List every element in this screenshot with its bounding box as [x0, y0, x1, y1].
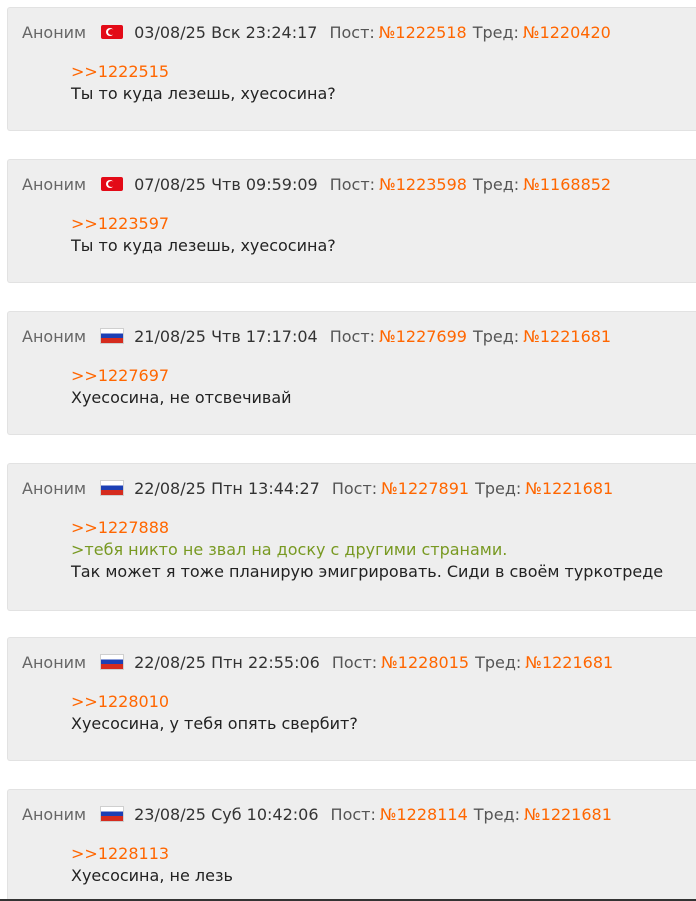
post-header: Аноним 22/08/25 Птн 22:55:06 Пост: №1228… — [22, 651, 613, 673]
thread-label: Тред: — [472, 174, 520, 194]
post: Аноним 22/08/25 Птн 13:44:27 Пост: №1227… — [7, 463, 696, 611]
thread-number-link[interactable]: №1168852 — [523, 175, 611, 194]
post-date: 22/08/25 Птн 22:55:06 — [134, 652, 320, 672]
post-author: Аноним — [22, 652, 87, 672]
thread-number-link[interactable]: №1221681 — [525, 479, 613, 498]
reply-link[interactable]: >>1227888 — [71, 517, 663, 539]
post-label: Пост: — [329, 22, 375, 42]
post-date: 23/08/25 Суб 10:42:06 — [134, 804, 319, 824]
thread-label: Тред: — [475, 652, 522, 672]
russia-flag-icon — [100, 806, 125, 822]
turkey-flag-icon — [101, 177, 124, 191]
post-text: Хуесосина, у тебя опять свербит? — [71, 714, 358, 733]
russia-flag-icon — [100, 480, 125, 496]
reply-link[interactable]: >>1227697 — [71, 365, 292, 387]
post-header: Аноним 22/08/25 Птн 13:44:27 Пост: №1227… — [22, 477, 613, 499]
post-header: Аноним 07/08/25 Чтв 09:59:09 Пост: №1223… — [22, 173, 611, 195]
turkey-flag-icon — [101, 25, 124, 39]
post-header: Аноним 21/08/25 Чтв 17:17:04 Пост: №1227… — [22, 325, 611, 347]
post-number-link[interactable]: №1222518 — [379, 23, 467, 42]
reply-link[interactable]: >>1228113 — [71, 843, 233, 865]
post-label: Пост: — [329, 326, 376, 346]
post-date: 07/08/25 Чтв 09:59:09 — [134, 174, 318, 194]
post-body: >>1227697 Хуесосина, не отсвечивай — [71, 365, 292, 409]
post-date: 22/08/25 Птн 13:44:27 — [134, 478, 320, 498]
post-label: Пост: — [331, 652, 378, 672]
thread-number-link[interactable]: №1221681 — [523, 327, 611, 346]
post-header: Аноним 03/08/25 Вск 23:24:17 Пост: №1222… — [22, 21, 611, 43]
thread-number-link[interactable]: №1221681 — [524, 805, 612, 824]
post-number-link[interactable]: №1227699 — [379, 327, 467, 346]
post-body: >>1227888 >тебя никто не звал на доску с… — [71, 517, 663, 583]
post-text: Хуесосина, не лезь — [71, 866, 233, 885]
post-label: Пост: — [331, 478, 378, 498]
post-body: >>1222515 Ты то куда лезешь, хуесосина? — [71, 61, 336, 105]
post: Аноним 23/08/25 Суб 10:42:06 Пост: №1228… — [7, 789, 696, 901]
post-author: Аноним — [22, 174, 87, 194]
post-text: Ты то куда лезешь, хуесосина? — [71, 84, 336, 103]
thread-label: Тред: — [473, 804, 520, 824]
reply-link[interactable]: >>1222515 — [71, 61, 336, 83]
post-label: Пост: — [329, 174, 376, 194]
post-date: 03/08/25 Вск 23:24:17 — [134, 22, 318, 42]
post-author: Аноним — [22, 326, 87, 346]
post-number-link[interactable]: №1228015 — [381, 653, 469, 672]
post: Аноним 07/08/25 Чтв 09:59:09 Пост: №1223… — [7, 159, 696, 283]
post-text: Хуесосина, не отсвечивай — [71, 388, 292, 407]
post-text: Так может я тоже планирую эмигрировать. … — [71, 562, 664, 581]
post: Аноним 03/08/25 Вск 23:24:17 Пост: №1222… — [7, 7, 696, 131]
post-header: Аноним 23/08/25 Суб 10:42:06 Пост: №1228… — [22, 803, 612, 825]
thread-label: Тред: — [475, 478, 522, 498]
thread-number-link[interactable]: №1220420 — [523, 23, 611, 42]
post: Аноним 22/08/25 Птн 22:55:06 Пост: №1228… — [7, 637, 696, 761]
post-number-link[interactable]: №1228114 — [380, 805, 468, 824]
post-author: Аноним — [22, 478, 87, 498]
reply-link[interactable]: >>1228010 — [71, 691, 358, 713]
russia-flag-icon — [100, 654, 125, 670]
post-author: Аноним — [22, 22, 87, 42]
greentext-quote: >тебя никто не звал на доску с другими с… — [71, 540, 508, 559]
post-text: Ты то куда лезешь, хуесосина? — [71, 236, 336, 255]
russia-flag-icon — [100, 328, 125, 344]
post-label: Пост: — [330, 804, 376, 824]
thread-label: Тред: — [472, 22, 519, 42]
post: Аноним 21/08/25 Чтв 17:17:04 Пост: №1227… — [7, 311, 696, 435]
post-body: >>1223597 Ты то куда лезешь, хуесосина? — [71, 213, 336, 257]
post-author: Аноним — [22, 804, 87, 824]
thread-number-link[interactable]: №1221681 — [525, 653, 613, 672]
post-body: >>1228010 Хуесосина, у тебя опять сверби… — [71, 691, 358, 735]
post-date: 21/08/25 Чтв 17:17:04 — [134, 326, 318, 346]
post-number-link[interactable]: №1227891 — [381, 479, 469, 498]
reply-link[interactable]: >>1223597 — [71, 213, 336, 235]
post-number-link[interactable]: №1223598 — [379, 175, 467, 194]
post-body: >>1228113 Хуесосина, не лезь — [71, 843, 233, 887]
thread-label: Тред: — [472, 326, 520, 346]
